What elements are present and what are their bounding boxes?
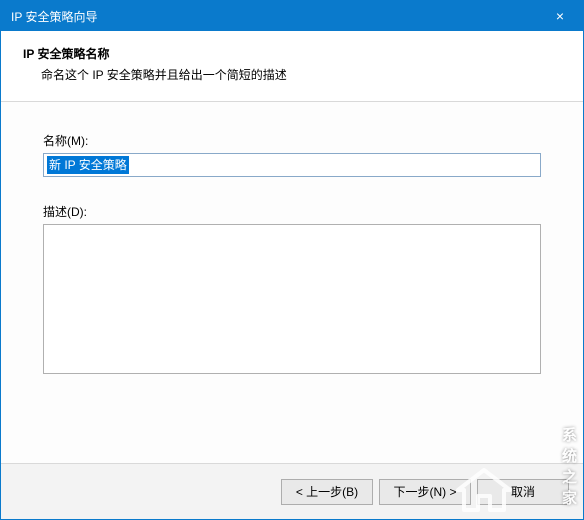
name-label: 名称(M): [43,132,541,149]
page-title: IP 安全策略名称 [23,45,561,62]
wizard-window: IP 安全策略向导 × IP 安全策略名称 命名这个 IP 安全策略并且给出一个… [0,0,584,520]
wizard-body: 名称(M): 新 IP 安全策略 描述(D): [1,102,583,463]
name-input-value: 新 IP 安全策略 [47,156,129,174]
close-button[interactable]: × [537,1,583,31]
wizard-footer: < 上一步(B) 下一步(N) > 取消 系统之家 [1,463,583,519]
wizard-header: IP 安全策略名称 命名这个 IP 安全策略并且给出一个简短的描述 [1,31,583,102]
description-label: 描述(D): [43,203,541,220]
description-textarea[interactable] [43,224,541,374]
window-title: IP 安全策略向导 [11,8,537,25]
name-input[interactable]: 新 IP 安全策略 [43,153,541,177]
next-button[interactable]: 下一步(N) > [379,479,471,505]
titlebar: IP 安全策略向导 × [1,1,583,31]
back-button[interactable]: < 上一步(B) [281,479,373,505]
close-icon: × [556,8,564,24]
cancel-button[interactable]: 取消 [477,479,569,505]
page-subtitle: 命名这个 IP 安全策略并且给出一个简短的描述 [23,66,561,83]
description-wrap [43,224,541,374]
